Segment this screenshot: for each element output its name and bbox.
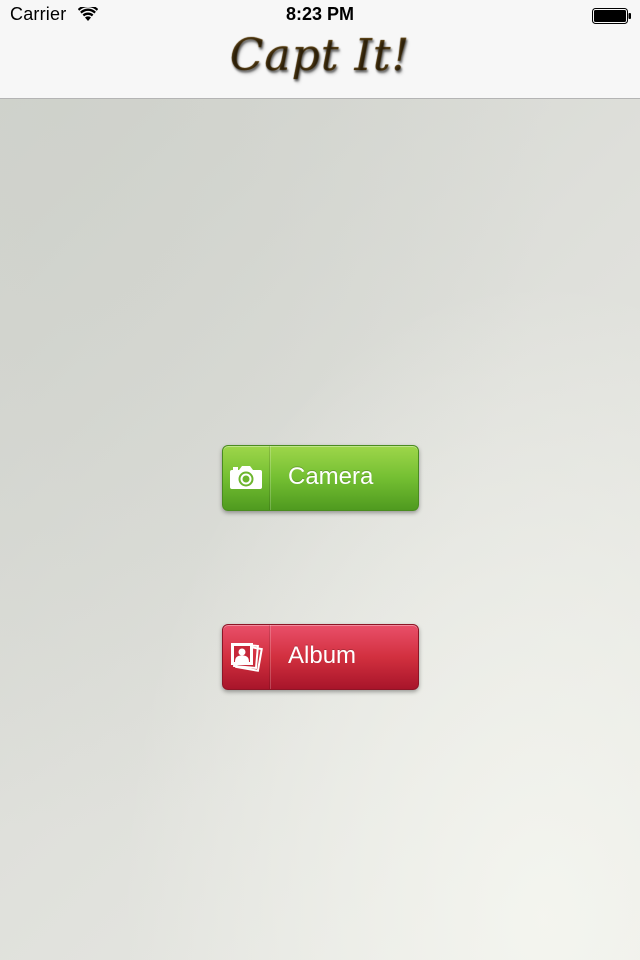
album-button[interactable]: Album bbox=[222, 624, 419, 690]
camera-button-label: Camera bbox=[288, 463, 374, 490]
album-button-label: Album bbox=[288, 642, 357, 669]
photo-album-icon bbox=[231, 642, 263, 672]
status-bar: Carrier 8:23 PM bbox=[0, 0, 640, 32]
app-logo: Capt It! bbox=[0, 30, 640, 81]
album-button-icon-cell bbox=[223, 625, 270, 689]
camera-button-icon-cell bbox=[223, 446, 270, 510]
status-time: 8:23 PM bbox=[285, 4, 355, 24]
main-content: Camera Album bbox=[0, 99, 640, 960]
battery-icon bbox=[592, 8, 632, 24]
camera-button[interactable]: Camera bbox=[222, 445, 419, 511]
camera-icon bbox=[230, 466, 262, 489]
